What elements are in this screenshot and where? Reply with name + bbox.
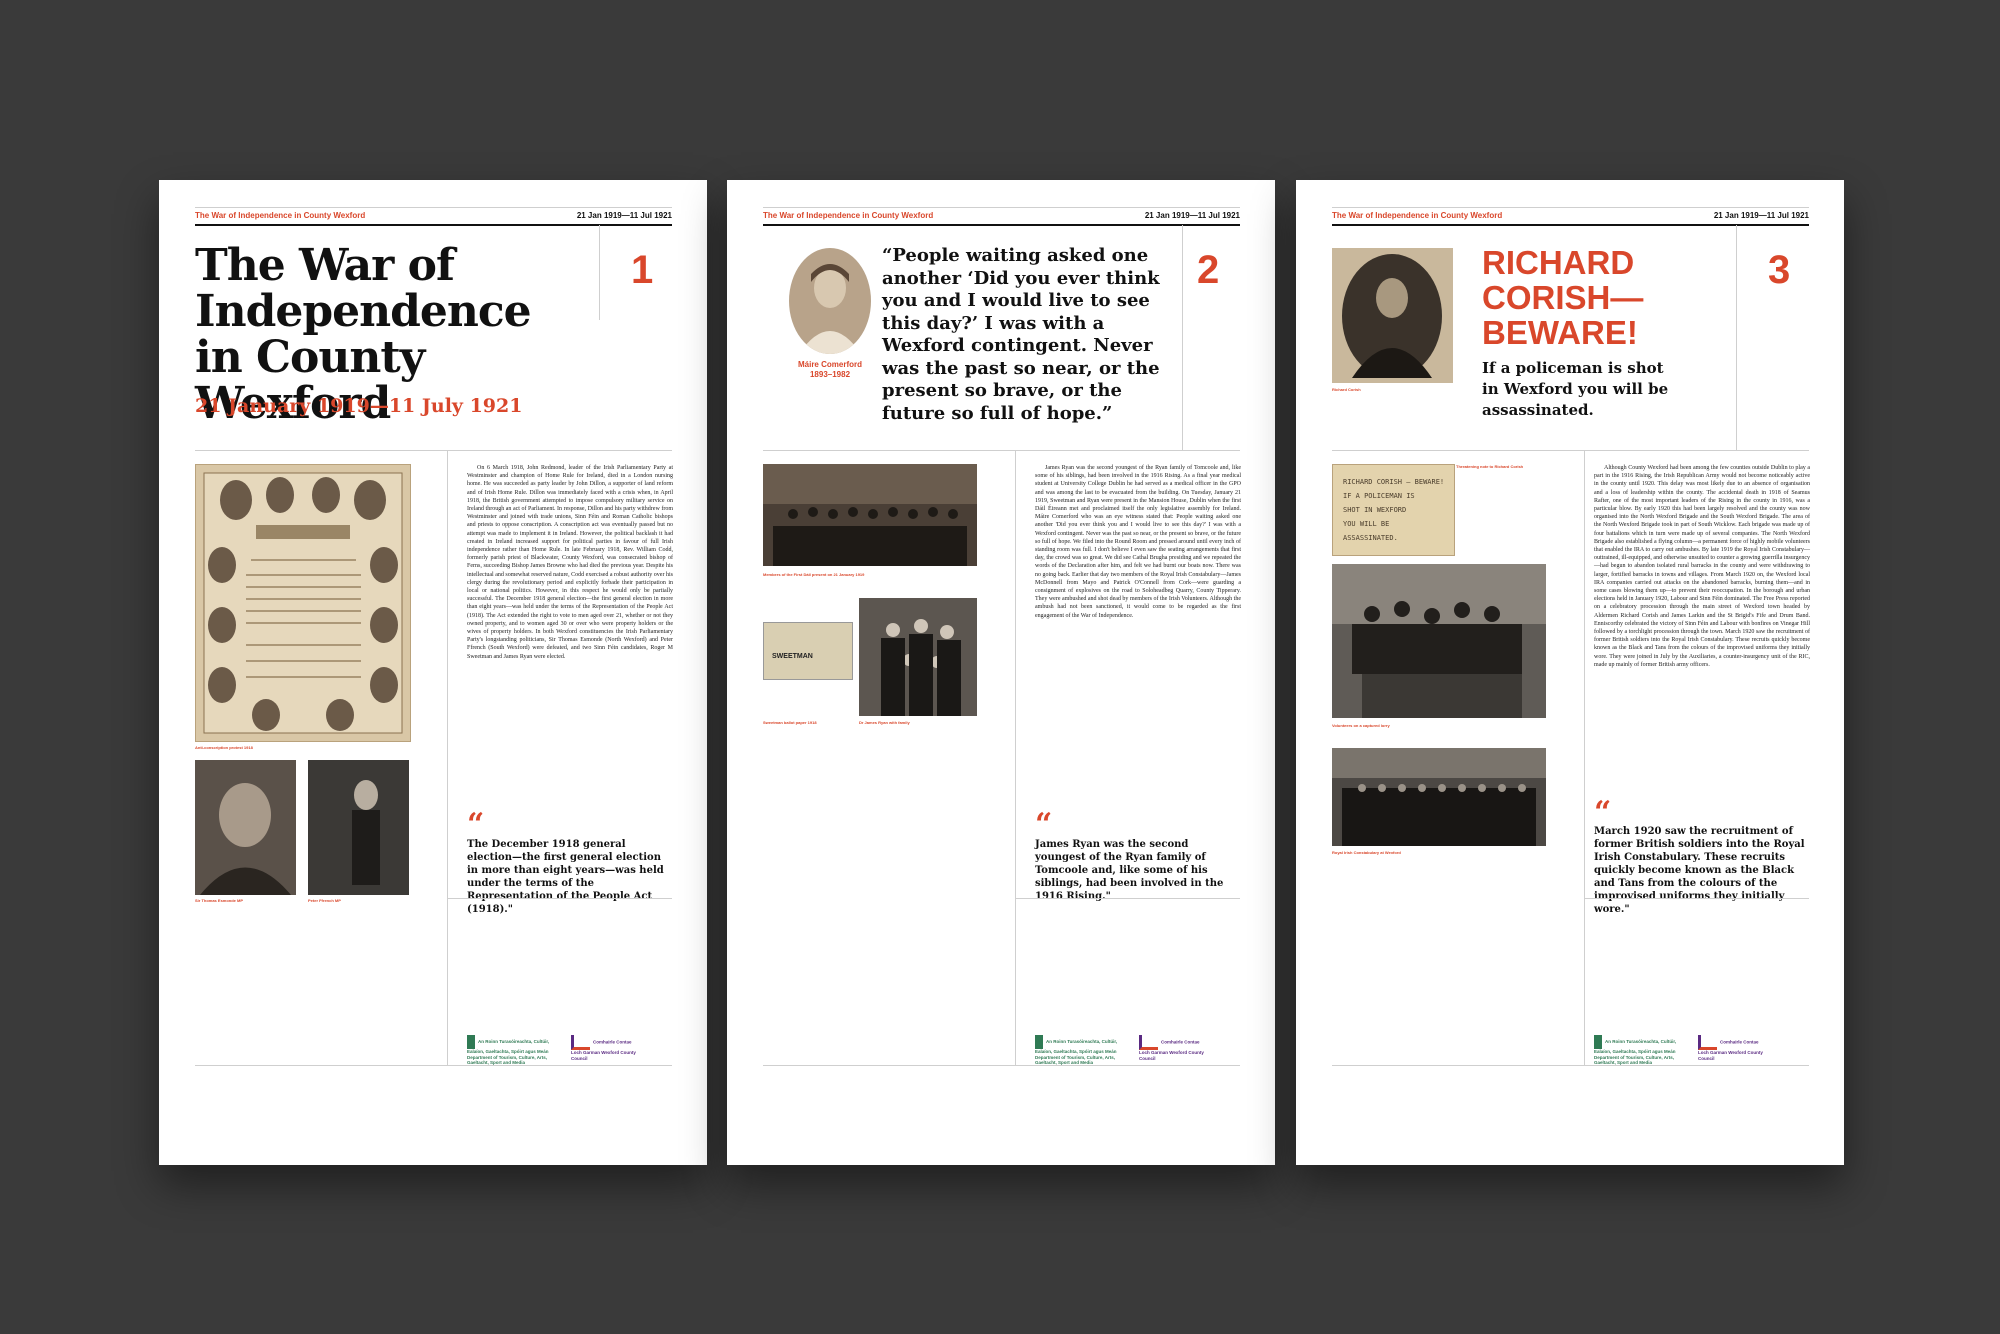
divider [1182, 225, 1183, 450]
image-caption: Threatening note to Richard Corish [1456, 464, 1524, 469]
divider [1584, 450, 1585, 1065]
body-text: Although County Wexford had been among t… [1594, 465, 1810, 668]
esmonde-portrait-image [195, 760, 296, 895]
ric-group-photo [1332, 748, 1546, 846]
image-caption: Sweetman ballot paper 1918 [763, 720, 817, 725]
divider [1332, 450, 1809, 451]
harp-icon [1035, 1035, 1043, 1049]
wexford-logo-icon [1139, 1035, 1158, 1050]
poster-header: The War of Independence in County Wexfor… [1332, 207, 1809, 226]
divider [195, 450, 672, 451]
date-range: 21 Jan 1919—11 Jul 1921 [1144, 211, 1240, 220]
note-text: RICHARD CORISH — BEWARE! IF A POLICEMAN … [1343, 478, 1445, 542]
image-caption: Members of the First Dáil present on 21 … [763, 572, 865, 577]
image-caption: Richard Corish [1332, 387, 1361, 392]
quote-mark: “ [467, 807, 485, 842]
wexford-logo-icon [1698, 1035, 1717, 1050]
poster-title: RICHARD CORISH—BEWARE! [1482, 244, 1644, 351]
divider [599, 225, 600, 320]
department-logo: An Roinn Turasóireachta, Cultúir, Ealaío… [1594, 1035, 1684, 1066]
divider [447, 898, 672, 899]
poster-panel-3: The War of Independence in County Wexfor… [1296, 180, 1844, 1165]
poster-header: The War of Independence in County Wexfor… [763, 207, 1240, 226]
image-caption: Dr James Ryan with family [859, 720, 910, 725]
pull-quote: March 1920 saw the recruitment of former… [1594, 826, 1805, 915]
volunteers-lorry-photo [1332, 564, 1546, 718]
divider [1584, 898, 1809, 899]
image-caption: Anti-conscription protest 1918 [195, 745, 253, 750]
department-logo: An Roinn Turasóireachta, Cultúir, Ealaío… [1035, 1035, 1125, 1066]
quote-mark: “ [1594, 795, 1612, 830]
panel-number: 3 [1768, 248, 1791, 292]
ffrench-portrait-image [308, 760, 409, 895]
first-dail-group-photo [763, 464, 977, 566]
poster-header: The War of Independence in County Wexfor… [195, 207, 672, 226]
divider [1015, 450, 1016, 1065]
threatening-note-image: RICHARD CORISH — BEWARE! IF A POLICEMAN … [1332, 464, 1455, 556]
feature-quote: “People waiting asked one another ‘Did y… [882, 245, 1160, 424]
image-caption: Sir Thomas Esmonde MP [195, 898, 244, 903]
poster-panel-2: The War of Independence in County Wexfor… [727, 180, 1275, 1165]
pull-quote: The December 1918 general election—the f… [467, 839, 664, 915]
divider [447, 450, 448, 1065]
divider [763, 450, 1240, 451]
divider [1332, 1065, 1809, 1066]
anti-conscription-document-image [195, 464, 411, 742]
date-range: 21 Jan 1919—11 Jul 1921 [576, 211, 672, 220]
harp-icon [1594, 1035, 1602, 1049]
body-text: On 6 March 1918, John Redmond, leader of… [467, 465, 673, 660]
sweetman-ballot-image: SWEETMAN [763, 622, 853, 680]
ryan-family-photo [859, 598, 977, 716]
image-caption: Royal Irish Constabulary at Wexford [1332, 850, 1401, 855]
divider [763, 1065, 1240, 1066]
series-title: The War of Independence in County Wexfor… [1332, 211, 1503, 220]
council-logo: Comhairle Contae Loch Garman Wexford Cou… [1139, 1035, 1209, 1061]
department-logo: An Roinn Turasóireachta, Cultúir, Ealaío… [467, 1035, 557, 1066]
panel-number: 2 [1197, 248, 1220, 292]
body-text: James Ryan was the second youngest of th… [1035, 465, 1241, 619]
poster-subtitle: 21 January 1919—11 July 1921 [195, 395, 523, 417]
image-caption: Volunteers on a captured lorry [1332, 723, 1390, 728]
richard-corish-portrait [1332, 248, 1453, 383]
council-logo: Comhairle Contae Loch Garman Wexford Cou… [1698, 1035, 1768, 1061]
portrait-name: Máire Comerford 1893–1982 [797, 360, 862, 379]
image-caption: Peter Ffrench MP [308, 898, 341, 903]
series-title: The War of Independence in County Wexfor… [195, 211, 366, 220]
maire-comerford-portrait [789, 248, 871, 354]
poster-panel-1: The War of Independence in County Wexfor… [159, 180, 707, 1165]
harp-icon [467, 1035, 475, 1049]
divider [195, 1065, 672, 1066]
series-title: The War of Independence in County Wexfor… [763, 211, 934, 220]
pull-quote: James Ryan was the second youngest of th… [1035, 839, 1224, 902]
divider [1015, 898, 1240, 899]
date-range: 21 Jan 1919—11 Jul 1921 [1713, 211, 1809, 220]
quote-mark: “ [1035, 807, 1053, 842]
panel-number: 1 [631, 248, 654, 292]
poster-subtitle: If a policeman is shot in Wexford you wi… [1482, 359, 1669, 419]
divider [1736, 225, 1737, 450]
ballot-name: SWEETMAN [772, 653, 813, 660]
wexford-logo-icon [571, 1035, 590, 1050]
council-logo: Comhairle Contae Loch Garman Wexford Cou… [571, 1035, 641, 1061]
